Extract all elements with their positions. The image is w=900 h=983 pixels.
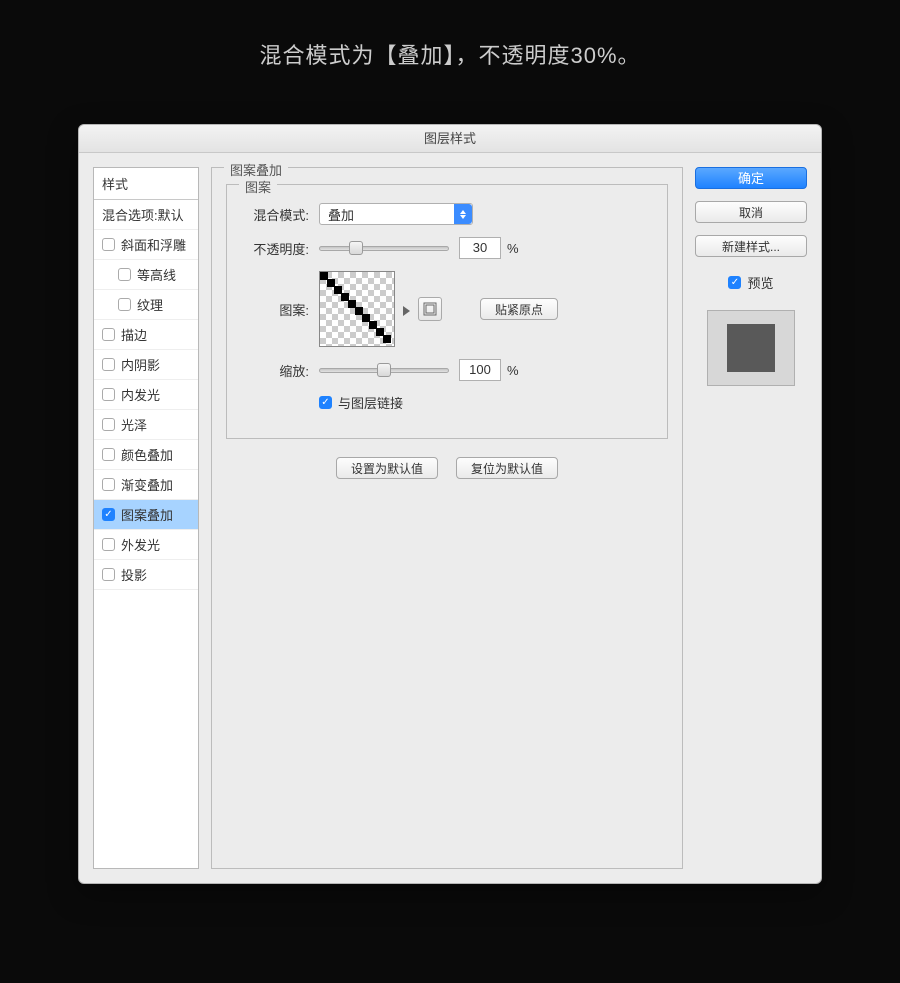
dialog-title: 图层样式 xyxy=(79,125,821,153)
preview-label: 预览 xyxy=(747,273,773,292)
link-layer-checkbox[interactable]: ✓ xyxy=(319,396,332,409)
sidebar-label-7: 颜色叠加 xyxy=(121,445,173,464)
opacity-input[interactable]: 30 xyxy=(459,237,501,259)
right-column: 确定 取消 新建样式... ✓ 预览 xyxy=(695,167,807,869)
sidebar-item-10[interactable]: 外发光 xyxy=(94,530,198,560)
ok-button[interactable]: 确定 xyxy=(695,167,807,189)
percent-label-2: % xyxy=(507,363,519,378)
pattern-overlay-fieldset: 图案叠加 图案 混合模式: 叠加 不透明度: xyxy=(211,167,683,869)
preview-thumbnail xyxy=(707,310,795,386)
sidebar-checkbox-5[interactable] xyxy=(102,388,115,401)
scale-label: 缩放: xyxy=(241,361,309,380)
sidebar-item-0[interactable]: 斜面和浮雕 xyxy=(94,230,198,260)
sidebar-checkbox-3[interactable] xyxy=(102,328,115,341)
snap-origin-button[interactable]: 贴紧原点 xyxy=(480,298,558,320)
sidebar-checkbox-4[interactable] xyxy=(102,358,115,371)
sidebar-label-4: 内阴影 xyxy=(121,355,160,374)
scale-input[interactable]: 100 xyxy=(459,359,501,381)
sidebar-checkbox-8[interactable] xyxy=(102,478,115,491)
sidebar-checkbox-0[interactable] xyxy=(102,238,115,251)
sidebar-item-7[interactable]: 颜色叠加 xyxy=(94,440,198,470)
pattern-dropdown-icon[interactable] xyxy=(403,304,410,314)
preview-row: ✓ 预览 xyxy=(695,273,807,292)
sidebar-item-8[interactable]: 渐变叠加 xyxy=(94,470,198,500)
sidebar-label-10: 外发光 xyxy=(121,535,160,554)
sidebar-item-5[interactable]: 内发光 xyxy=(94,380,198,410)
sidebar-item-11[interactable]: 投影 xyxy=(94,560,198,590)
sidebar-item-2[interactable]: 纹理 xyxy=(94,290,198,320)
new-preset-icon[interactable] xyxy=(418,297,442,321)
link-row: ✓ 与图层链接 xyxy=(319,393,653,412)
layer-style-dialog: 图层样式 样式 混合选项:默认 斜面和浮雕等高线纹理描边内阴影内发光光泽颜色叠加… xyxy=(78,124,822,884)
reset-default-button[interactable]: 复位为默认值 xyxy=(456,457,558,479)
pattern-row: 图案: 贴紧原点 xyxy=(241,271,653,347)
sidebar-label-3: 描边 xyxy=(121,325,147,344)
sidebar-blending-options[interactable]: 混合选项:默认 xyxy=(94,200,198,230)
sidebar-label-11: 投影 xyxy=(121,565,147,584)
sidebar-item-1[interactable]: 等高线 xyxy=(94,260,198,290)
scale-slider[interactable] xyxy=(319,362,449,378)
sidebar-label-2: 纹理 xyxy=(137,295,163,314)
sidebar-label-1: 等高线 xyxy=(137,265,176,284)
sidebar-item-4[interactable]: 内阴影 xyxy=(94,350,198,380)
sidebar-item-3[interactable]: 描边 xyxy=(94,320,198,350)
style-sidebar: 样式 混合选项:默认 斜面和浮雕等高线纹理描边内阴影内发光光泽颜色叠加渐变叠加 ✓… xyxy=(93,167,199,869)
set-default-button[interactable]: 设置为默认值 xyxy=(336,457,438,479)
select-chevron-icon xyxy=(454,204,472,224)
sidebar-checkbox-7[interactable] xyxy=(102,448,115,461)
sidebar-label-0: 斜面和浮雕 xyxy=(121,235,186,254)
sidebar-item-6[interactable]: 光泽 xyxy=(94,410,198,440)
blend-mode-value: 叠加 xyxy=(328,205,354,224)
new-style-button[interactable]: 新建样式... xyxy=(695,235,807,257)
sidebar-checkbox-2[interactable] xyxy=(118,298,131,311)
pattern-swatch[interactable] xyxy=(319,271,395,347)
sidebar-checkbox-11[interactable] xyxy=(102,568,115,581)
sidebar-label-5: 内发光 xyxy=(121,385,160,404)
caption-text: 混合模式为【叠加】，不透明度30%。 xyxy=(0,38,900,70)
blend-mode-select[interactable]: 叠加 xyxy=(319,203,473,225)
sidebar-checkbox-10[interactable] xyxy=(102,538,115,551)
scale-row: 缩放: 100 % xyxy=(241,359,653,381)
cancel-button[interactable]: 取消 xyxy=(695,201,807,223)
sidebar-label-6: 光泽 xyxy=(121,415,147,434)
link-layer-label: 与图层链接 xyxy=(338,393,403,412)
sidebar-item-9[interactable]: ✓ 图案叠加 xyxy=(94,500,198,530)
inner-legend: 图案 xyxy=(239,177,277,196)
pattern-fieldset: 图案 混合模式: 叠加 不透明度: xyxy=(226,184,668,439)
pattern-label: 图案: xyxy=(241,300,309,319)
opacity-slider[interactable] xyxy=(319,240,449,256)
blend-mode-label: 混合模式: xyxy=(241,205,309,224)
opacity-row: 不透明度: 30 % xyxy=(241,237,653,259)
sidebar-checkbox-1[interactable] xyxy=(118,268,131,281)
sidebar-label-9: 图案叠加 xyxy=(121,505,173,524)
default-buttons-row: 设置为默认值 复位为默认值 xyxy=(226,457,668,479)
percent-label: % xyxy=(507,241,519,256)
preview-checkbox[interactable]: ✓ xyxy=(728,276,741,289)
blend-mode-row: 混合模式: 叠加 xyxy=(241,203,653,225)
opacity-label: 不透明度: xyxy=(241,239,309,258)
sidebar-checkbox-9[interactable]: ✓ xyxy=(102,508,115,521)
sidebar-header[interactable]: 样式 xyxy=(94,168,198,200)
sidebar-label-8: 渐变叠加 xyxy=(121,475,173,494)
dialog-body: 样式 混合选项:默认 斜面和浮雕等高线纹理描边内阴影内发光光泽颜色叠加渐变叠加 ✓… xyxy=(79,153,821,883)
sidebar-checkbox-6[interactable] xyxy=(102,418,115,431)
main-panel: 图案叠加 图案 混合模式: 叠加 不透明度: xyxy=(211,167,683,869)
